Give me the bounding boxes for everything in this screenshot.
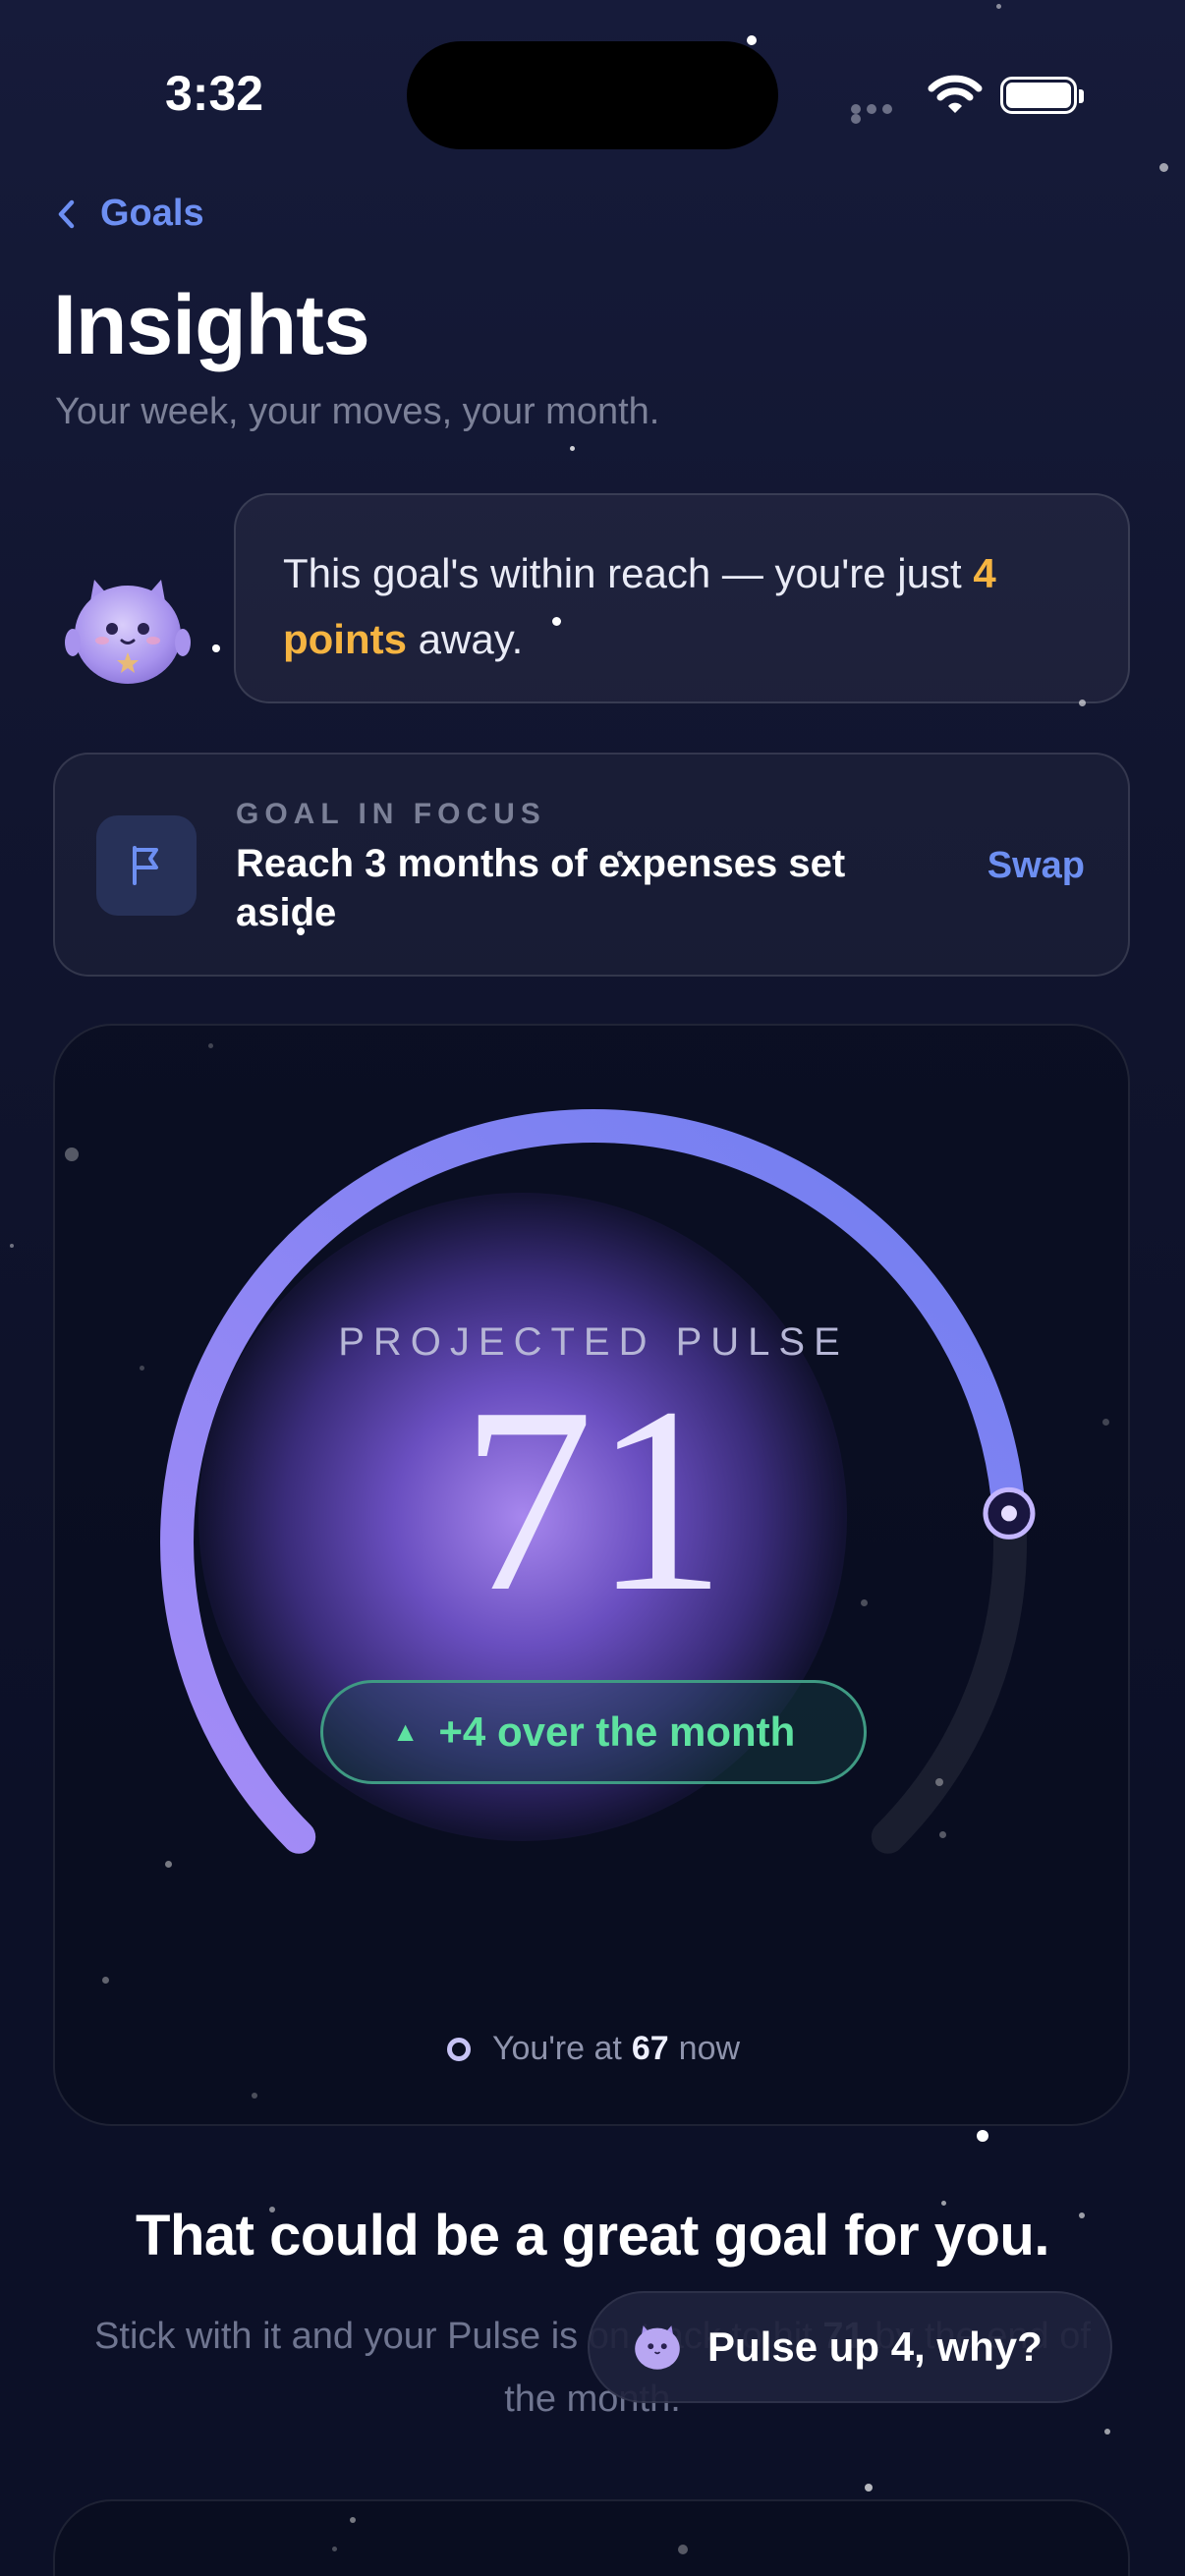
chevron-left-icon	[58, 199, 75, 228]
pulse-why-label: Pulse up 4, why?	[707, 2324, 1043, 2370]
now-value: 67	[631, 2030, 669, 2067]
sparkle	[212, 644, 220, 652]
back-label: Goals	[100, 193, 204, 234]
now-suffix: now	[678, 2030, 741, 2067]
back-to-goals-button[interactable]: Goals	[57, 193, 204, 235]
page-title: Insights	[53, 278, 370, 372]
mascot-mini-icon	[635, 2325, 680, 2370]
battery-tip	[1079, 89, 1084, 103]
status-time: 3:32	[165, 66, 264, 121]
bubble-text-after: away.	[406, 616, 524, 662]
mascot-speech-bubble: This goal's within reach — you're just 4…	[234, 493, 1130, 703]
battery-icon	[1000, 77, 1077, 114]
projected-pulse-value: 71	[461, 1353, 726, 1647]
flag-icon	[133, 846, 158, 885]
wifi-icon	[928, 75, 983, 113]
next-card	[53, 2499, 1130, 2576]
delta-text: +4 over the month	[438, 1708, 796, 1755]
goal-in-focus-card: GOAL IN FOCUS Reach 3 months of expenses…	[53, 753, 1130, 977]
mascot-avatar	[65, 580, 191, 684]
goal-flag-badge	[96, 815, 197, 916]
current-marker-icon	[446, 2037, 471, 2061]
goal-title: Reach 3 months of expenses set aside	[236, 842, 846, 934]
swap-goal-button[interactable]: Swap	[988, 845, 1085, 887]
status-indicators	[845, 71, 1084, 124]
dynamic-island	[407, 41, 778, 149]
delta-badge: ▲ +4 over the month	[320, 1680, 867, 1784]
goal-label: GOAL IN FOCUS	[236, 798, 546, 830]
pulse-why-button[interactable]: Pulse up 4, why?	[588, 2291, 1112, 2403]
bubble-text-before: This goal's within reach — you're just	[283, 550, 974, 596]
page-subtitle: Your week, your moves, your month.	[55, 391, 660, 432]
insights-screen: 3:32 Goals Insights Your week, your move…	[0, 0, 1185, 2576]
current-pulse-row: You're at 67 now	[55, 2030, 1128, 2068]
cellular-signal-icon	[851, 104, 910, 124]
triangle-up-icon: ▲	[391, 1716, 420, 1747]
summary-headline: That could be a great goal for you.	[136, 2204, 1049, 2268]
now-prefix: You're at	[491, 2030, 622, 2067]
projected-pulse-card: PROJECTED PULSE 71 ▲ +4 over the month Y…	[53, 1024, 1130, 2126]
